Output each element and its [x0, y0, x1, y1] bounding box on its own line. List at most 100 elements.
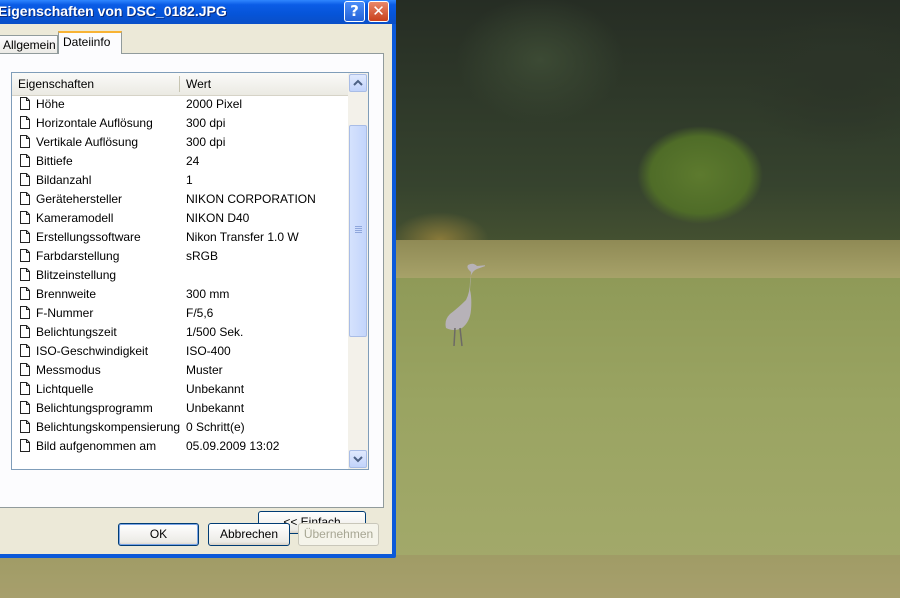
document-icon — [20, 382, 30, 395]
property-value: 1 — [186, 173, 193, 187]
property-value: Nikon Transfer 1.0 W — [186, 230, 299, 244]
list-item[interactable]: Horizontale Auflösung 300 dpi — [12, 114, 348, 133]
property-value: NIKON D40 — [186, 211, 250, 225]
property-name: Bittiefe — [36, 154, 73, 168]
document-icon — [20, 135, 30, 148]
list-item[interactable]: Brennweite 300 mm — [12, 285, 348, 304]
ok-button[interactable]: OK — [118, 523, 199, 546]
list-item[interactable]: Bild aufgenommen am 05.09.2009 13:02 — [12, 437, 348, 456]
list-item[interactable]: Erstellungssoftware Nikon Transfer 1.0 W — [12, 228, 348, 247]
title-bar[interactable]: Eigenschaften von DSC_0182.JPG ? ✕ — [0, 0, 396, 24]
property-value: 1/500 Sek. — [186, 325, 244, 339]
tab-panel: Eigenschaften Wert Höhe 2000 Pixel Horizon… — [0, 53, 384, 534]
tab-general[interactable]: Allgemein — [0, 35, 58, 53]
window-title: Eigenschaften von DSC_0182.JPG — [0, 3, 227, 19]
document-icon — [20, 363, 30, 376]
property-value: F/5,6 — [186, 306, 214, 320]
list-item[interactable]: Lichtquelle Unbekannt — [12, 380, 348, 399]
document-icon — [20, 230, 30, 243]
list-item[interactable]: Belichtungsprogramm Unbekannt — [12, 399, 348, 418]
tab-fileinfo[interactable]: Dateiinfo — [58, 31, 122, 54]
heron-figure — [445, 263, 485, 347]
list-item[interactable]: Farbdarstellung sRGB — [12, 247, 348, 266]
scroll-up-button[interactable] — [349, 74, 367, 92]
property-value: 300 dpi — [186, 116, 226, 130]
property-value: 05.09.2009 13:02 — [186, 439, 280, 453]
property-name: Erstellungssoftware — [36, 230, 141, 244]
property-name: Gerätehersteller — [36, 192, 123, 206]
properties-dialog: Eigenschaften von DSC_0182.JPG ? ✕ Allge… — [0, 0, 396, 558]
property-value: ISO-400 — [186, 344, 231, 358]
property-name: Höhe — [36, 97, 65, 111]
list-item[interactable]: Belichtungszeit 1/500 Sek. — [12, 323, 348, 342]
list-item[interactable]: Messmodus Muster — [12, 361, 348, 380]
list-item[interactable]: F-Nummer F/5,6 — [12, 304, 348, 323]
column-divider[interactable] — [179, 76, 180, 92]
property-value: NIKON CORPORATION — [186, 192, 316, 206]
property-name: Vertikale Auflösung — [36, 135, 139, 149]
property-name: Blitzeinstellung — [36, 268, 117, 282]
scroll-up-arrow-icon — [353, 79, 363, 86]
help-icon: ? — [350, 2, 359, 20]
property-name: Belichtungskompensierung — [36, 420, 181, 434]
document-icon — [20, 154, 30, 167]
property-name: Belichtungsprogramm — [36, 401, 153, 415]
list-item[interactable]: Belichtungskompensierung 0 Schritt(e) — [12, 418, 348, 437]
document-icon — [20, 97, 30, 110]
document-icon — [20, 306, 30, 319]
property-name: Belichtungszeit — [36, 325, 117, 339]
tree-line — [380, 0, 900, 265]
field-foreground — [0, 555, 900, 598]
property-value: sRGB — [186, 249, 219, 263]
document-icon — [20, 211, 30, 224]
property-name: Farbdarstellung — [36, 249, 120, 263]
cancel-button[interactable]: Abbrechen — [208, 523, 290, 546]
property-name: F-Nummer — [36, 306, 94, 320]
document-icon — [20, 325, 30, 338]
list-header: Eigenschaften Wert — [12, 73, 348, 96]
scroll-down-arrow-icon — [353, 456, 363, 463]
properties-list[interactable]: Eigenschaften Wert Höhe 2000 Pixel Horizon… — [11, 72, 369, 470]
property-value: Unbekannt — [186, 401, 245, 415]
document-icon — [20, 287, 30, 300]
list-item[interactable]: Vertikale Auflösung 300 dpi — [12, 133, 348, 152]
document-icon — [20, 420, 30, 433]
property-value: 300 mm — [186, 287, 230, 301]
document-icon — [20, 249, 30, 262]
document-icon — [20, 192, 30, 205]
property-name: Messmodus — [36, 363, 101, 377]
document-icon — [20, 344, 30, 357]
document-icon — [20, 173, 30, 186]
close-icon: ✕ — [372, 2, 385, 20]
property-name: Horizontale Auflösung — [36, 116, 153, 130]
vertical-scrollbar[interactable] — [348, 73, 368, 469]
list-item[interactable]: Bittiefe 24 — [12, 152, 348, 171]
property-value: Muster — [186, 363, 223, 377]
scrollbar-thumb[interactable] — [349, 125, 367, 337]
document-icon — [20, 268, 30, 281]
list-item[interactable]: Blitzeinstellung — [12, 266, 348, 285]
scroll-down-button[interactable] — [349, 450, 367, 468]
dialog-client-area: Allgemein Dateiinfo Eigenschaften Wert H… — [0, 24, 392, 554]
property-name: Lichtquelle — [36, 382, 94, 396]
property-value: 24 — [186, 154, 200, 168]
list-item[interactable]: Bildanzahl 1 — [12, 171, 348, 190]
close-button[interactable]: ✕ — [368, 1, 389, 22]
column-header-property[interactable]: Eigenschaften — [18, 77, 94, 91]
document-icon — [20, 116, 30, 129]
list-item[interactable]: ISO-Geschwindigkeit ISO-400 — [12, 342, 348, 361]
property-value: 0 Schritt(e) — [186, 420, 245, 434]
list-item[interactable]: Kameramodell NIKON D40 — [12, 209, 348, 228]
list-rows: Höhe 2000 Pixel Horizontale Auflösung 300 d… — [12, 95, 348, 456]
property-name: Kameramodell — [36, 211, 114, 225]
thumb-grip — [355, 226, 362, 227]
list-item[interactable]: Höhe 2000 Pixel — [12, 95, 348, 114]
property-name: Bildanzahl — [36, 173, 92, 187]
property-value: 300 dpi — [186, 135, 226, 149]
property-value: 2000 Pixel — [186, 97, 243, 111]
list-item[interactable]: Gerätehersteller NIKON CORPORATION — [12, 190, 348, 209]
property-name: Brennweite — [36, 287, 97, 301]
column-header-value[interactable]: Wert — [186, 77, 211, 91]
document-icon — [20, 439, 30, 452]
help-button[interactable]: ? — [344, 1, 365, 22]
